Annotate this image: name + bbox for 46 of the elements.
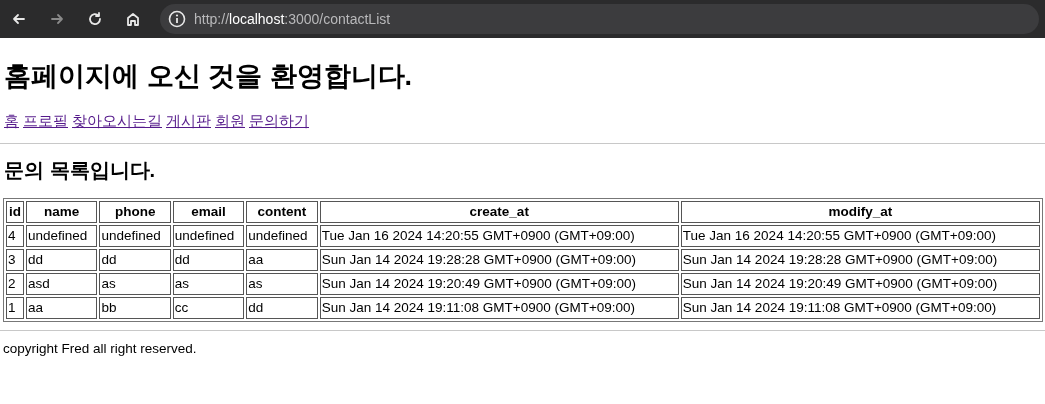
table-cell: Tue Jan 16 2024 14:20:55 GMT+0900 (GMT+09:00) (319, 224, 679, 247)
table-cell: as (172, 272, 245, 295)
info-icon[interactable] (168, 10, 186, 28)
nav-link[interactable]: 문의하기 (249, 110, 309, 133)
table-cell: undefined (99, 224, 171, 247)
table-cell: 1 (6, 296, 25, 319)
column-header: name (26, 200, 98, 223)
table-cell: 4 (6, 224, 25, 247)
table-cell: Tue Jan 16 2024 14:20:55 GMT+0900 (GMT+09:00) (680, 224, 1040, 247)
page-title: 홈페이지에 오신 것을 환영합니다. (4, 60, 413, 93)
address-bar[interactable]: http://localhost:3000/contactList (160, 4, 1039, 34)
table-cell: 3 (6, 248, 25, 271)
section-heading: 문의 목록입니다. (4, 157, 157, 182)
nav-link[interactable]: 홈 (4, 110, 19, 133)
table-cell: dd (172, 248, 245, 271)
table-cell: Sun Jan 14 2024 19:28:28 GMT+0900 (GMT+09:00) (680, 248, 1040, 271)
table-cell: bb (99, 296, 171, 319)
column-header: content (246, 200, 318, 223)
column-header: modify_at (680, 200, 1040, 223)
nav-link[interactable]: 프로필 (23, 110, 68, 133)
table-cell: dd (26, 248, 98, 271)
table-cell: undefined (172, 224, 245, 247)
table-cell: Sun Jan 14 2024 19:11:08 GMT+0900 (GMT+09:00) (319, 296, 679, 319)
column-header: create_at (319, 200, 679, 223)
table-cell: aa (26, 296, 98, 319)
table-cell: undefined (26, 224, 98, 247)
column-header: email (172, 200, 245, 223)
table-cell: 2 (6, 272, 25, 295)
column-header: phone (99, 200, 171, 223)
table-cell: Sun Jan 14 2024 19:11:08 GMT+0900 (GMT+09:00) (680, 296, 1040, 319)
table-cell: asd (26, 272, 98, 295)
table-cell: dd (246, 296, 318, 319)
nav-link[interactable]: 찾아오시는길 (72, 110, 162, 133)
copyright-text: copyright Fred all right reserved. (3, 339, 198, 358)
table-cell: dd (99, 248, 171, 271)
table-cell: as (99, 272, 171, 295)
table-cell: Sun Jan 14 2024 19:20:49 GMT+0900 (GMT+09:00) (680, 272, 1040, 295)
nav-link[interactable]: 회원 (215, 110, 245, 133)
table-cell: as (246, 272, 318, 295)
table-cell: Sun Jan 14 2024 19:28:28 GMT+0900 (GMT+09:00) (319, 248, 679, 271)
table-cell: undefined (246, 224, 318, 247)
table-cell: aa (246, 248, 318, 271)
table-cell: cc (172, 296, 245, 319)
nav-link[interactable]: 게시판 (166, 110, 211, 133)
column-header: id (6, 200, 25, 223)
table-cell: Sun Jan 14 2024 19:20:49 GMT+0900 (GMT+09:00) (319, 272, 679, 295)
